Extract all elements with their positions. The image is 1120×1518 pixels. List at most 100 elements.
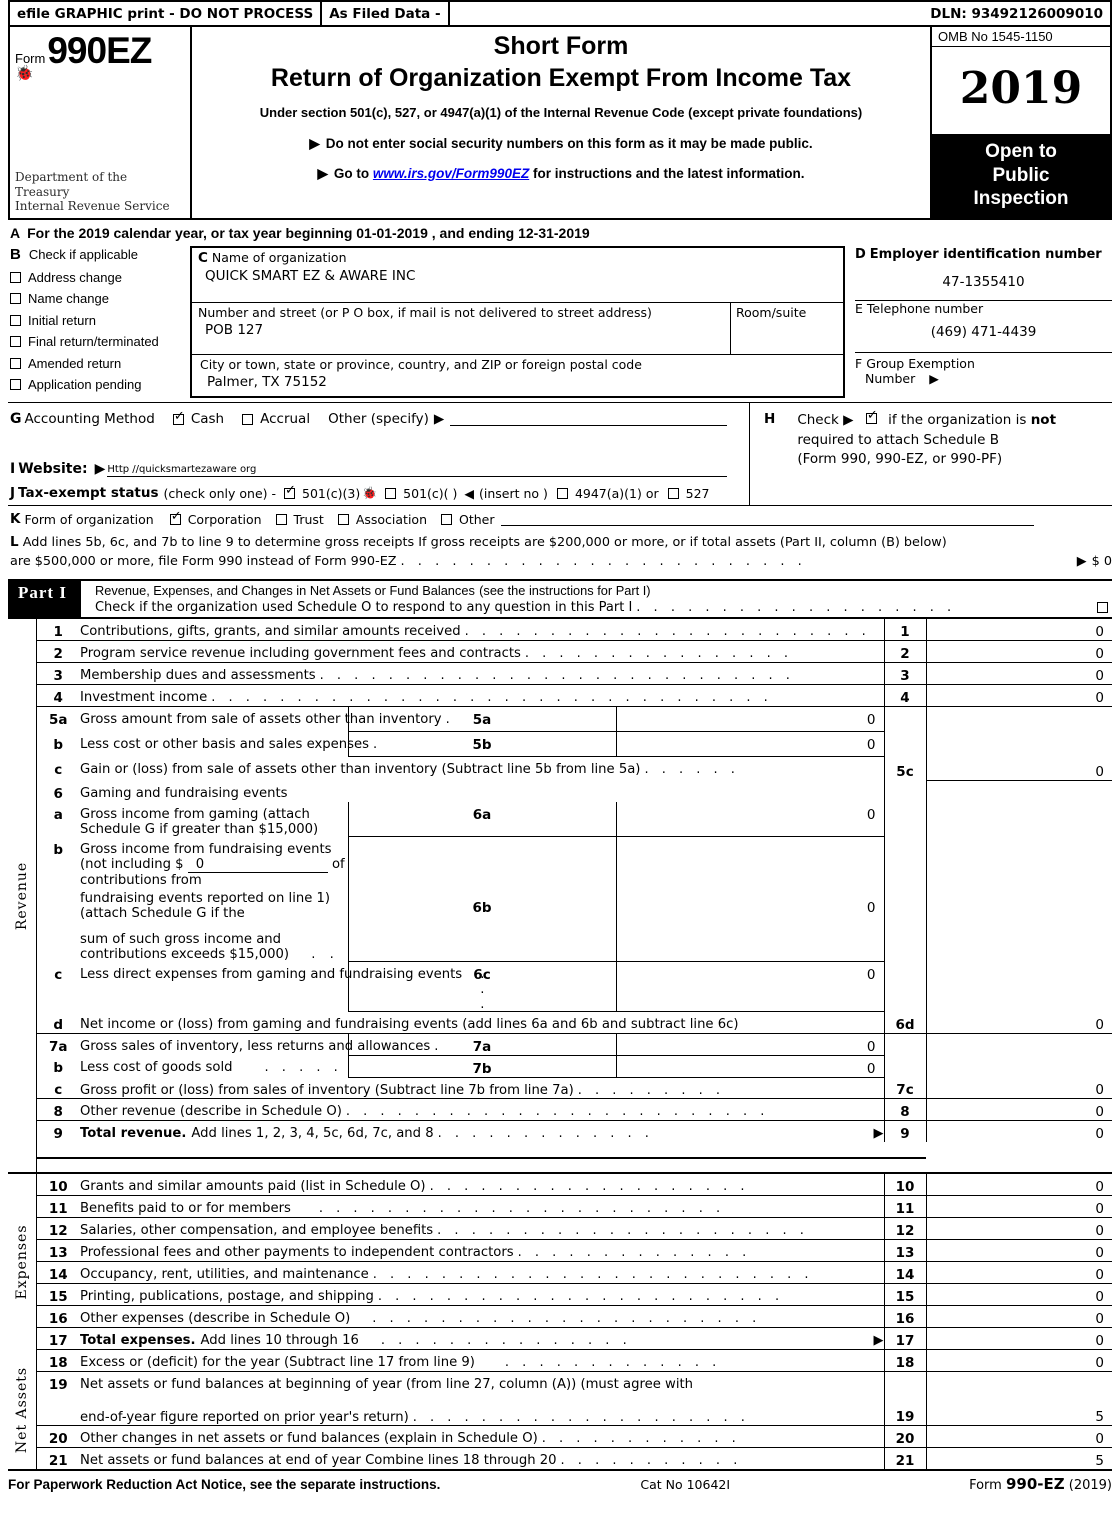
bigbox-val-19[interactable]: 5 [926,1371,1112,1427]
bigbox-val-17[interactable]: 0 [926,1327,1112,1351]
other-specify-input[interactable] [450,412,727,426]
minibox-val-6b[interactable]: 0 [616,836,885,963]
checkbox-icon-trust[interactable] [275,513,287,525]
bigbox-val-5c[interactable]: 0 [926,706,1112,782]
sidebar-expenses: Expenses [8,1173,37,1350]
line-desc-4-text: Investment income [80,690,208,706]
bigbox-val-10[interactable]: 0 [926,1173,1112,1197]
checkbox-application-pending[interactable]: Application pending [10,377,190,392]
checkbox-icon-other-org[interactable] [441,513,452,525]
line-desc-8: Other revenue (describe in Schedule O). … [80,1098,884,1122]
checkbox-icon-association[interactable] [337,513,349,525]
line-desc-4: Investment income. . . . . . . . . . . .… [80,684,884,708]
line-desc-19: Net assets or fund balances at beginning… [80,1371,884,1427]
checkbox-icon-501c3[interactable] [284,484,296,499]
dept-line-2: Treasury [15,184,70,199]
irs-form990ez-link[interactable]: www.irs.gov/Form990EZ [373,166,529,181]
checkbox-icon-schedule-o-parti[interactable] [1097,602,1108,614]
bigbox-val-14[interactable]: 0 [926,1261,1112,1285]
bigbox-val-6d[interactable]: 0 [926,1011,1112,1034]
line-desc-10-text: Grants and similar amounts paid (list in… [80,1179,426,1195]
line-desc-20-text: Other changes in net assets or fund bala… [80,1431,538,1447]
bigbox-val-18[interactable]: 0 [926,1350,1112,1373]
bigbox-val-2[interactable]: 0 [926,640,1112,664]
minibox-val-5b[interactable]: 0 [616,731,885,758]
checkbox-icon-name-change[interactable] [10,293,21,304]
sections-g-i-j-h: G Accounting Method Cash Accrual Other (… [8,402,1112,505]
checkbox-icon-accrual[interactable] [242,413,254,425]
checkbox-icon-application-pending[interactable] [10,379,21,390]
section-j-label: J [10,485,16,501]
minibox-val-7a[interactable]: 0 [616,1033,885,1056]
line-desc-17: Total expenses. Add lines 10 through 16 … [80,1327,884,1351]
checkbox-icon-initial-return[interactable] [10,314,21,326]
table-row: 16 Other expenses (describe in Schedule … [8,1305,1112,1329]
website-value[interactable]: Http //quicksmartezaware org [107,464,727,477]
other-org-input[interactable] [500,512,1034,526]
bigbox-val-20[interactable]: 0 [926,1425,1112,1449]
checkbox-icon-address-change[interactable] [10,271,21,283]
bigbox-num-19: 19 [883,1371,927,1427]
checkbox-amended-return[interactable]: Amended return [10,356,190,371]
section-l-line-1: Add lines 5b, 6c, and 7b to line 9 to de… [22,535,947,550]
checkbox-icon-527[interactable] [667,487,679,499]
checkbox-icon-cash[interactable] [172,410,185,425]
line-desc-14-text: Occupancy, rent, utilities, and maintena… [80,1267,369,1283]
line-desc-12-text: Salaries, other compensation, and employ… [80,1223,434,1239]
bigbox-num-8: 8 [883,1098,927,1122]
minibox-val-7b[interactable]: 0 [616,1055,885,1078]
checkbox-icon-schedule-b[interactable] [865,409,878,424]
bigbox-val-3[interactable]: 0 [926,662,1112,686]
leader-dots-14: . . . . . . . . . . . . . . . . . . . . … [372,1267,814,1283]
minibox-val-6a[interactable]: 0 [616,801,885,838]
section-b-heading: B Check if applicable [10,246,190,263]
bigbox-num-6c-blank [883,961,927,1012]
checkbox-label-527: 527 [685,485,710,501]
bigbox-val-21[interactable]: 5 [926,1448,1112,1469]
checkbox-icon-final-return[interactable] [10,336,21,347]
open-line-1: Open to [985,141,1057,163]
checkbox-final-return[interactable]: Final return/terminated [10,334,190,349]
line-desc-7b: Less cost of goods sold . . . . . . . . .… [80,1055,348,1077]
checkbox-name-change[interactable]: Name change [10,291,190,306]
right-triangle-icon-g: ▶ [433,411,445,427]
line-num-14: 14 [36,1261,80,1285]
org-name-value: QUICK SMART EZ & AWARE INC [205,268,416,284]
bigbox-val-16[interactable]: 0 [926,1305,1112,1329]
checkbox-icon-amended-return[interactable] [10,357,21,369]
checkbox-address-change[interactable]: Address change [10,270,190,285]
bigbox-val-1[interactable]: 0 [926,619,1112,642]
leader-dots-12: . . . . . . . . . . . . . . . . . . . . … [437,1223,809,1239]
bigbox-val-9[interactable]: 0 [926,1121,1112,1142]
part-i-tag: Part I [8,581,81,618]
bigbox-val-4[interactable]: 0 [926,684,1112,708]
checkbox-icon-501c[interactable] [385,487,397,499]
city-value: Palmer, TX 75152 [207,374,327,390]
phone-caption: Telephone number [866,301,984,316]
expenses-table: Expenses 10 Grants and similar amounts p… [8,1172,1112,1351]
bigbox-num-11: 11 [883,1195,927,1219]
line-6b-contributions-input[interactable]: 0 [187,857,328,873]
line-desc-19-line1: Net assets or fund balances at beginning… [80,1377,694,1393]
bigbox-val-12[interactable]: 0 [926,1217,1112,1241]
checkbox-icon-4947a1[interactable] [556,487,568,499]
bigbox-val-11[interactable]: 0 [926,1195,1112,1219]
section-b-heading-text: Check if applicable [28,247,138,262]
minibox-val-5a[interactable]: 0 [616,706,885,733]
bigbox-val-15[interactable]: 0 [926,1283,1112,1307]
table-row: 3 Membership dues and assessments. . . .… [8,662,1112,686]
checkbox-icon-corporation[interactable] [169,510,182,525]
section-f-label: F [855,356,863,371]
street-value: POB 127 [205,322,264,338]
website-caption: Website: [18,461,88,477]
open-line-2: Public [992,164,1050,186]
minibox-val-6c[interactable]: 0 [616,961,885,1013]
table-row: 8 Other revenue (describe in Schedule O)… [8,1098,1112,1122]
bigbox-val-7c[interactable]: 0 [926,1077,1112,1100]
checkbox-initial-return[interactable]: Initial return [10,313,190,328]
tax-year: 2019 [959,63,1083,115]
bigbox-val-13[interactable]: 0 [926,1239,1112,1263]
bigbox-val-8[interactable]: 0 [926,1098,1112,1122]
bullet-goto: ▶ Go to www.irs.gov/Form990EZ for instruc… [192,166,930,182]
section-l-value: $ 0 [1091,553,1112,569]
